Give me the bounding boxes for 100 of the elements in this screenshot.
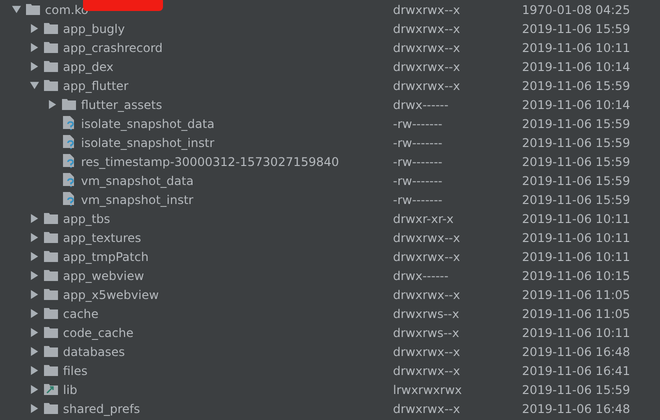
modified-date-cell-text: 2019-11-06 10:11 — [522, 230, 630, 246]
caret-icon[interactable] — [30, 309, 39, 318]
caret-icon[interactable] — [30, 43, 39, 52]
file-name[interactable]: app_tbs — [63, 212, 110, 226]
folder-icon — [44, 327, 58, 338]
file-name[interactable]: isolate_snapshot_data — [81, 116, 214, 130]
modified-date-cell-text: 2019-11-06 15:59 — [522, 78, 630, 94]
folder-icon — [44, 23, 58, 34]
permissions-cell-text: drwxrwx--x — [393, 362, 462, 380]
permissions-cell-text: -rw------- — [393, 192, 444, 208]
caret-icon[interactable] — [30, 404, 39, 413]
permissions-cell-text: drwxrwx--x — [393, 400, 462, 418]
permissions-cell-text: drwxrwx--x — [393, 40, 462, 56]
folder-icon — [44, 365, 58, 376]
caret-icon[interactable] — [30, 214, 39, 223]
file-name[interactable]: app_bugly — [63, 22, 125, 36]
permissions-cell-text: drwxrwx--x — [393, 344, 462, 360]
permissions-cell-text: drwxrwx--x — [393, 58, 462, 76]
modified-date-cell-text: 2019-11-06 10:11 — [522, 40, 630, 56]
permissions-cell-text: drwx------ — [393, 268, 450, 284]
modified-date-cell-text: 2019-11-06 10:14 — [522, 58, 630, 76]
linked-folder-icon — [44, 384, 58, 395]
file-name[interactable]: cache — [63, 306, 99, 320]
folder-icon — [62, 99, 76, 110]
caret-icon[interactable] — [30, 385, 39, 394]
folder-icon — [44, 213, 58, 224]
permissions-cell-text: drwxrwx--x — [393, 2, 462, 18]
caret-icon[interactable] — [30, 366, 39, 375]
unknown-file-icon — [62, 116, 76, 131]
permissions-cell-text: -rw------- — [393, 154, 444, 170]
file-name[interactable]: res_timestamp-30000312-1573027159840 — [81, 154, 340, 168]
permissions-cell-text: drwxrwx--x — [393, 78, 462, 94]
caret-icon[interactable] — [30, 24, 39, 33]
unknown-file-icon — [62, 154, 76, 169]
permissions-cell-text: drwxrwx--x — [393, 230, 462, 246]
file-name[interactable]: isolate_snapshot_instr — [81, 136, 214, 150]
folder-icon — [44, 61, 58, 72]
modified-date-cell-text: 2019-11-06 15:59 — [522, 172, 630, 190]
folder-icon — [44, 403, 58, 414]
file-name[interactable]: files — [63, 364, 88, 378]
permissions-cell-text: lrwxrwxrwx — [393, 382, 463, 398]
modified-date-cell-text: 2019-11-06 10:11 — [522, 210, 630, 228]
file-name[interactable]: databases — [63, 344, 125, 358]
unknown-file-icon — [62, 135, 76, 150]
file-name[interactable]: app_x5webview — [63, 288, 159, 302]
modified-date-cell-text: 2019-11-06 16:41 — [522, 362, 630, 380]
modified-date-cell-text: 2019-11-06 15:59 — [522, 116, 630, 132]
permissions-cell-text: drwxrws--x — [393, 324, 460, 342]
modified-date-cell-text: 2019-11-06 15:59 — [522, 382, 630, 398]
modified-date-cell-text: 2019-11-06 15:59 — [522, 154, 630, 170]
caret-icon[interactable] — [30, 290, 39, 299]
folder-icon — [44, 232, 58, 243]
file-name[interactable]: vm_snapshot_data — [81, 174, 194, 188]
folder-icon — [44, 270, 58, 281]
file-name[interactable]: app_flutter — [63, 78, 128, 92]
caret-icon[interactable] — [30, 347, 39, 356]
unknown-file-icon — [62, 173, 76, 188]
modified-date-cell-text: 2019-11-06 11:05 — [522, 286, 630, 304]
modified-date-cell-text: 2019-11-06 10:11 — [522, 324, 630, 342]
modified-date-cell-text: 2019-11-06 16:48 — [522, 400, 630, 418]
file-name[interactable]: lib — [63, 382, 78, 396]
caret-icon[interactable] — [30, 62, 39, 71]
modified-date-cell-text: 2019-11-06 16:48 — [522, 344, 630, 360]
permissions-cell-text: -rw------- — [393, 172, 444, 190]
caret-icon[interactable] — [30, 233, 39, 242]
unknown-file-icon — [62, 192, 76, 207]
folder-icon — [44, 42, 58, 53]
permissions-cell-text: drwxr-xr-x — [393, 210, 455, 228]
file-name[interactable]: shared_prefs — [63, 402, 140, 416]
folder-icon — [44, 346, 58, 357]
permissions-cell-text: drwxrwx--x — [393, 248, 462, 266]
modified-date-cell-text: 2019-11-06 11:05 — [522, 306, 630, 322]
caret-icon[interactable] — [30, 252, 39, 261]
modified-date-cell-text: 2019-11-06 10:14 — [522, 96, 630, 114]
file-name[interactable]: app_dex — [63, 60, 114, 74]
file-name[interactable]: app_crashrecord — [63, 40, 163, 54]
file-name[interactable]: code_cache — [63, 326, 134, 340]
permissions-cell-text: -rw------- — [393, 116, 444, 132]
folder-icon — [26, 4, 40, 15]
modified-date-cell-text: 2019-11-06 15:59 — [522, 192, 630, 208]
file-name[interactable]: app_tmpPatch — [63, 250, 149, 264]
caret-icon[interactable] — [30, 328, 39, 337]
permissions-cell-text: drwxrwx--x — [393, 286, 462, 304]
permissions-cell-text: drwxrwx--x — [393, 20, 462, 38]
permissions-cell-text: drwx------ — [393, 96, 450, 114]
folder-icon — [44, 308, 58, 319]
file-name[interactable]: app_textures — [63, 230, 142, 244]
file-name[interactable]: vm_snapshot_instr — [81, 192, 194, 206]
folder-icon — [44, 251, 58, 262]
file-name[interactable]: app_webview — [63, 268, 144, 282]
folder-icon — [44, 289, 58, 300]
file-name[interactable]: flutter_assets — [81, 98, 162, 112]
caret-icon[interactable] — [12, 5, 21, 14]
folder-icon — [44, 80, 58, 91]
modified-date-cell-text: 2019-11-06 15:59 — [522, 134, 630, 152]
caret-icon[interactable] — [30, 271, 39, 280]
modified-date-cell-text: 2019-11-06 10:15 — [522, 268, 630, 284]
caret-icon[interactable] — [30, 81, 39, 90]
caret-icon[interactable] — [48, 100, 57, 109]
permissions-cell-text: drwxrws--x — [393, 306, 460, 322]
